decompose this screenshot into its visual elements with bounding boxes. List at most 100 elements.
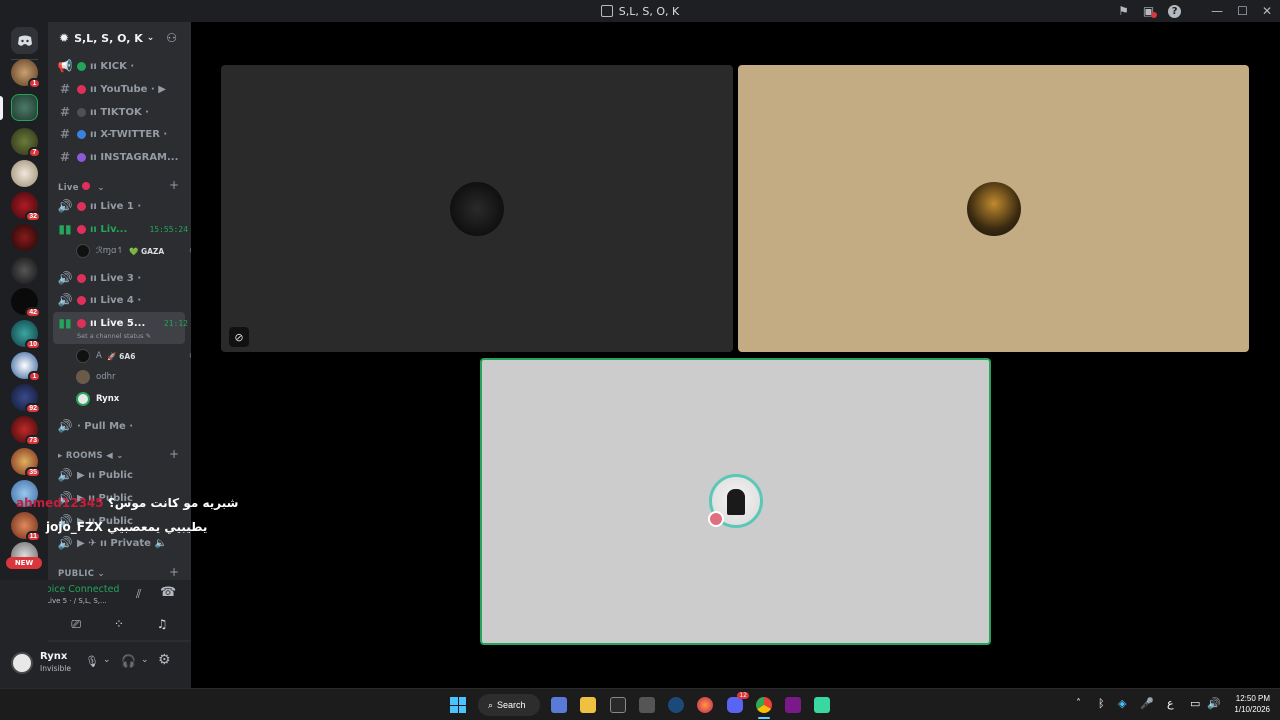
next-app-icon[interactable]: [785, 697, 801, 713]
voice-member[interactable]: A 🚀 6A6⊘: [76, 347, 191, 365]
category-rooms[interactable]: ▸ ROOMS ◀ ⌄: [58, 451, 124, 461]
invite-people-icon[interactable]: ⚇: [166, 31, 177, 45]
soundboard-icon[interactable]: ♫: [157, 617, 168, 631]
noise-suppression-icon[interactable]: ⫽: [136, 587, 141, 602]
channel-kick[interactable]: 📢 ıı KICK ·: [56, 56, 188, 76]
category-public[interactable]: PUBLIC ⌄: [58, 569, 105, 579]
mention-badge: 42: [25, 307, 41, 318]
chevron-up-icon[interactable]: ˄: [1076, 698, 1081, 709]
add-channel-icon[interactable]: +: [169, 447, 179, 461]
display-tray-icon[interactable]: ▭: [1190, 697, 1200, 710]
minimize-button[interactable]: —: [1211, 4, 1223, 18]
category-label: ROOMS ◀: [65, 451, 114, 461]
channel-status[interactable]: Set a channel status ✎: [77, 332, 151, 340]
server-icon[interactable]: 1: [11, 59, 41, 89]
voice-channel-pullme[interactable]: 🔊 · Pull Me ·: [56, 416, 188, 436]
voice-channel-room[interactable]: 🔊 ▶ ıı Public: [56, 465, 188, 485]
server-icon[interactable]: 73: [11, 416, 41, 446]
chevron-down-icon[interactable]: ⌄: [141, 655, 149, 665]
server-icon[interactable]: 35: [11, 448, 41, 478]
inbox-icon[interactable]: ▣: [1143, 4, 1158, 18]
live-timer: 21:12: [163, 318, 188, 328]
steam-icon[interactable]: [668, 697, 684, 713]
server-icon[interactable]: 92: [11, 384, 41, 414]
channel-instagram[interactable]: # ıı INSTAGRAM...: [56, 147, 188, 167]
server-icon[interactable]: 11: [11, 512, 41, 542]
status-dot-icon: [77, 295, 86, 305]
voice-channel-private[interactable]: 🔊 ▶ ✈ ıı Private 🔈: [56, 533, 188, 553]
mention-badge: 10: [25, 339, 41, 350]
guild-header[interactable]: ✹ S,L, S, O, K ⌄ ⚇: [48, 22, 191, 54]
server-icon[interactable]: 1: [11, 352, 41, 382]
participant-tile-speaking[interactable]: [480, 358, 991, 645]
store-icon[interactable]: [551, 697, 567, 713]
channel-label: · Pull Me ·: [77, 420, 134, 432]
taskbar-search[interactable]: ⌕ Search: [478, 694, 540, 716]
muted-icon: ⊘: [229, 327, 249, 347]
disconnect-icon[interactable]: ☎: [160, 585, 176, 600]
firefox-icon[interactable]: [697, 697, 713, 713]
help-icon[interactable]: ?: [1168, 4, 1182, 18]
android-app-icon[interactable]: [814, 697, 830, 713]
language-indicator[interactable]: ع: [1167, 697, 1174, 710]
gear-icon[interactable]: ⚙: [158, 652, 171, 668]
microphone-tray-icon[interactable]: 🎤: [1140, 697, 1154, 710]
voice-connected-status[interactable]: Voice Connected: [40, 584, 119, 595]
server-active-pill: [0, 96, 3, 120]
channel-youtube[interactable]: # ıı YouTube · ▶: [56, 79, 188, 99]
chevron-down-icon: ⌄: [97, 183, 105, 193]
voice-channel-live4[interactable]: 🔊 ıı Live 4 ·: [56, 290, 188, 310]
chevron-down-icon[interactable]: ⌄: [103, 655, 111, 665]
overlay-chat-line: ahmed12345 شبريه مو كانت موس؟: [16, 496, 238, 510]
add-channel-icon[interactable]: +: [169, 178, 179, 192]
server-icon[interactable]: [11, 257, 38, 284]
epic-games-icon[interactable]: [610, 697, 626, 713]
headphones-icon[interactable]: 🎧: [121, 654, 136, 668]
mention-badge: 11: [25, 531, 41, 542]
voice-location[interactable]: ıı Live 5 · / S,L, S,...: [40, 597, 107, 605]
voice-channel-live3[interactable]: 🔊 ıı Live 3 ·: [56, 268, 188, 288]
taskbar-clock[interactable]: 12:50 PM 1/10/2026: [1226, 693, 1270, 715]
chrome-icon[interactable]: [756, 697, 772, 713]
network-tray-icon[interactable]: ◈: [1118, 697, 1126, 710]
maximize-button[interactable]: ☐: [1237, 4, 1248, 18]
participant-tile[interactable]: [738, 65, 1249, 352]
screen-share-icon[interactable]: ⎚: [71, 617, 81, 632]
flag-icon[interactable]: ⚑: [1118, 4, 1129, 18]
file-explorer-icon[interactable]: [580, 697, 596, 713]
voice-channel-live2[interactable]: ▮▮ ıı Liv... 15:55:24: [56, 219, 188, 239]
server-icon[interactable]: 10: [11, 320, 41, 350]
participant-tile[interactable]: ⊘: [221, 65, 733, 352]
server-icon[interactable]: [11, 160, 38, 187]
server-icon[interactable]: 32: [11, 192, 41, 222]
voice-channel-live1[interactable]: 🔊 ıı Live 1 ·: [56, 196, 188, 216]
voice-member-self[interactable]: Rynx: [76, 390, 119, 408]
channel-tiktok[interactable]: # ıı TIKTOK ·: [56, 102, 188, 122]
category-live[interactable]: Live ⌄: [58, 182, 105, 193]
server-icon[interactable]: 42: [11, 288, 41, 318]
channel-x-twitter[interactable]: # ıı X-TWITTER ·: [56, 124, 188, 144]
speaker-icon: 🔊: [57, 271, 73, 285]
voice-member[interactable]: ℛɱɑ↿ 💚 GAZA⊘: [76, 242, 191, 260]
volume-tray-icon[interactable]: 🔊: [1207, 697, 1221, 710]
discord-home-icon[interactable]: [11, 27, 38, 54]
server-icon[interactable]: [11, 224, 38, 251]
microphone-icon[interactable]: 🎙: [85, 655, 99, 668]
start-windows-icon[interactable]: [450, 697, 466, 713]
add-channel-icon[interactable]: +: [169, 565, 179, 579]
server-icon[interactable]: 7: [11, 128, 41, 158]
activities-icon[interactable]: ⁘: [114, 617, 124, 631]
bluetooth-tray-icon[interactable]: ᛒ: [1098, 697, 1105, 710]
category-label: Live: [58, 183, 79, 193]
server-icon-active[interactable]: [11, 94, 38, 121]
avatar[interactable]: [11, 652, 33, 674]
member-name: ℛɱɑ↿: [96, 246, 124, 256]
discord-taskbar-icon[interactable]: 12: [727, 692, 749, 713]
voice-member[interactable]: odhr: [76, 368, 115, 386]
voice-channel-live5[interactable]: ▮▮ ıı Live 5... 21:12: [56, 313, 188, 333]
app-cube-icon[interactable]: [639, 697, 655, 713]
mention-badge: 32: [25, 211, 41, 222]
live-timer: 15:55:24: [149, 224, 188, 234]
channel-label: ıı Liv...: [90, 223, 128, 235]
close-button[interactable]: ✕: [1262, 4, 1272, 18]
